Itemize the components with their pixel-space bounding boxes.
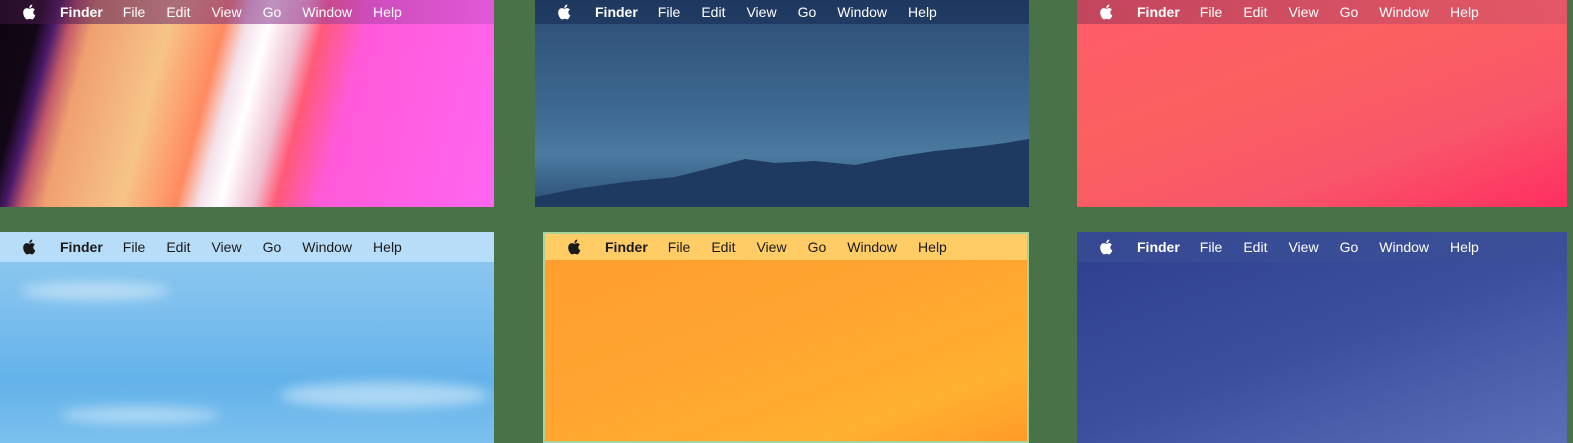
menu-view[interactable]: View [211,239,241,255]
menu-go[interactable]: Go [1340,4,1359,20]
menu-go[interactable]: Go [263,4,282,20]
apple-icon[interactable] [1099,4,1113,20]
desktop-panel-5: Finder File Edit View Go Window Help [543,232,1029,443]
menu-bar: Finder File Edit View Go Window Help [535,0,1029,24]
desktop-panel-1: Finder File Edit View Go Window Help [0,0,494,207]
menu-edit[interactable]: Edit [711,239,735,255]
menu-go[interactable]: Go [1340,239,1359,255]
menu-view[interactable]: View [1288,4,1318,20]
desktop-panel-3: Finder File Edit View Go Window Help [1077,0,1567,207]
menu-help[interactable]: Help [373,4,402,20]
mountain-silhouette [535,139,1029,207]
menu-view[interactable]: View [1288,239,1318,255]
menu-bar: Finder File Edit View Go Window Help [1077,232,1567,262]
apple-icon[interactable] [567,239,581,255]
desktop-panel-4: Finder File Edit View Go Window Help [0,232,494,443]
menu-help[interactable]: Help [373,239,402,255]
menu-window[interactable]: Window [302,239,352,255]
menu-file[interactable]: File [1200,4,1223,20]
apple-icon[interactable] [557,4,571,20]
menu-go[interactable]: Go [798,4,817,20]
menu-edit[interactable]: Edit [166,239,190,255]
menu-app-name[interactable]: Finder [595,4,638,20]
menu-file[interactable]: File [658,4,681,20]
menu-window[interactable]: Window [302,4,352,20]
desktop-panel-6: Finder File Edit View Go Window Help [1077,232,1567,443]
apple-icon[interactable] [1099,239,1113,255]
menu-bar: Finder File Edit View Go Window Help [0,0,494,24]
menu-window[interactable]: Window [1379,4,1429,20]
menu-file[interactable]: File [1200,239,1223,255]
menu-edit[interactable]: Edit [1243,4,1267,20]
menu-view[interactable]: View [211,4,241,20]
menu-window[interactable]: Window [847,239,897,255]
menu-app-name[interactable]: Finder [1137,239,1180,255]
menu-help[interactable]: Help [1450,239,1479,255]
menu-view[interactable]: View [756,239,786,255]
menu-app-name[interactable]: Finder [1137,4,1180,20]
menu-help[interactable]: Help [918,239,947,255]
menu-app-name[interactable]: Finder [605,239,648,255]
menu-edit[interactable]: Edit [701,4,725,20]
menu-app-name[interactable]: Finder [60,4,103,20]
apple-icon[interactable] [22,239,36,255]
cloud [60,407,220,423]
menu-bar: Finder File Edit View Go Window Help [0,232,494,262]
menu-window[interactable]: Window [837,4,887,20]
menu-app-name[interactable]: Finder [60,239,103,255]
cloud [280,382,490,408]
desktop-panel-2: Finder File Edit View Go Window Help [535,0,1029,207]
menu-view[interactable]: View [746,4,776,20]
menu-go[interactable]: Go [263,239,282,255]
menu-help[interactable]: Help [1450,4,1479,20]
cloud [20,282,170,300]
menu-edit[interactable]: Edit [1243,239,1267,255]
menu-file[interactable]: File [123,4,146,20]
menu-edit[interactable]: Edit [166,4,190,20]
menu-bar: Finder File Edit View Go Window Help [1077,0,1567,24]
menu-file[interactable]: File [668,239,691,255]
menu-file[interactable]: File [123,239,146,255]
menu-bar: Finder File Edit View Go Window Help [545,234,1027,260]
menu-go[interactable]: Go [808,239,827,255]
menu-window[interactable]: Window [1379,239,1429,255]
apple-icon[interactable] [22,4,36,20]
menu-help[interactable]: Help [908,4,937,20]
